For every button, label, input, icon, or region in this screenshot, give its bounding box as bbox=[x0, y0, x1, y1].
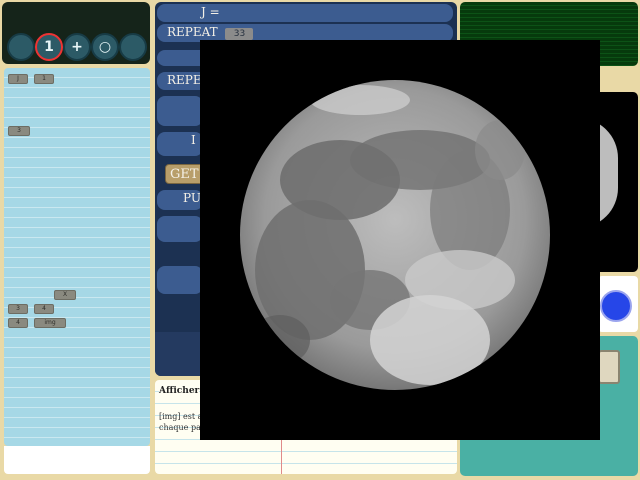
repeat-label: REPEAT bbox=[167, 25, 218, 39]
pu-label: PU bbox=[183, 191, 201, 205]
one-icon[interactable]: 1 bbox=[35, 33, 63, 61]
moon-image bbox=[200, 40, 600, 440]
assign-label: J = bbox=[201, 5, 220, 19]
code-chip[interactable]: 1 bbox=[34, 74, 54, 84]
card-line: [img] est a bbox=[159, 412, 203, 421]
code-chip[interactable]: img bbox=[34, 318, 66, 328]
get-block[interactable]: GET bbox=[165, 164, 205, 184]
circle-icon[interactable] bbox=[119, 33, 147, 61]
i-label: I bbox=[191, 133, 196, 147]
repeat-label: REPE bbox=[167, 73, 202, 87]
circle-icon[interactable] bbox=[7, 33, 35, 61]
block-stub[interactable] bbox=[157, 96, 203, 126]
code-chip[interactable]: 3 bbox=[8, 304, 28, 314]
card-title: Afficher bbox=[159, 386, 200, 396]
block-stub[interactable] bbox=[157, 216, 203, 242]
moon-image bbox=[240, 80, 550, 390]
code-footer bbox=[4, 446, 150, 474]
ring-icon[interactable]: ○ bbox=[91, 33, 119, 61]
plus-icon[interactable]: + bbox=[63, 33, 91, 61]
code-list[interactable]: J 1 3 X 3 4 4 img bbox=[4, 68, 150, 446]
code-chip[interactable]: J bbox=[8, 74, 28, 84]
assign-block[interactable]: J = bbox=[157, 4, 453, 22]
code-panel: 1 + ○ J 1 3 X 3 4 4 img bbox=[0, 0, 152, 475]
code-chip[interactable]: 4 bbox=[8, 318, 28, 328]
color-dot[interactable] bbox=[600, 290, 632, 322]
slider-handle[interactable] bbox=[598, 350, 620, 384]
toolbar: 1 + ○ bbox=[2, 2, 150, 64]
code-chip[interactable]: 3 bbox=[8, 126, 30, 136]
repeat-count[interactable]: 33 bbox=[225, 28, 254, 40]
block-stub[interactable] bbox=[157, 266, 203, 294]
code-chip[interactable]: 4 bbox=[34, 304, 54, 314]
code-chip[interactable]: X bbox=[54, 290, 76, 300]
card-line: chaque pa bbox=[159, 423, 201, 432]
pu-block[interactable]: PU bbox=[157, 190, 203, 210]
i-block[interactable]: I bbox=[157, 132, 203, 156]
